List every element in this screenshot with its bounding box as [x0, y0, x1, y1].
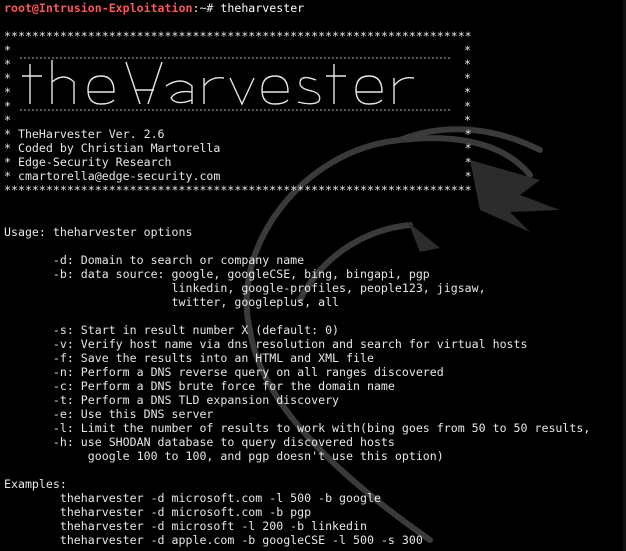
banner-star-left: * [4, 113, 11, 127]
usage-option-line: twitter, googleplus, all [4, 295, 340, 309]
example-line: theharvester -d apple.com -b googleCSE -… [4, 533, 423, 547]
banner-star-right: * [464, 85, 471, 99]
usage-option-line: google 100 to 100, and pgp doesn't use t… [4, 449, 444, 463]
usage-option-line: -l: Limit the number of results to work … [4, 421, 591, 435]
banner-info-line: * Coded by Christian Martorella * [4, 141, 472, 155]
banner-star-right: * [464, 43, 471, 57]
banner-star-left: * [4, 71, 11, 85]
prompt-command: theharvester [220, 1, 305, 15]
banner-star-left: * [4, 99, 11, 113]
usage-title: Usage: theharvester options [4, 225, 193, 239]
banner-star-left: * [4, 43, 11, 57]
banner-info-line: * cmartorella@edge-security.com * [4, 169, 472, 183]
usage-option-line: -n: Perform a DNS reverse query on all r… [4, 365, 444, 379]
examples-title: Examples: [4, 477, 67, 491]
theharvester-ascii-logo [20, 57, 452, 111]
usage-option-line: -v: Verify host name via dns resolution … [4, 337, 528, 351]
example-line: theharvester -d microsoft.com -l 500 -b … [4, 491, 381, 505]
prompt-separator: :~# [192, 1, 221, 15]
banner-border-top: ****************************************… [4, 29, 472, 43]
usage-option-line: -e: Use this DNS server [4, 407, 214, 421]
banner-star-right: * [464, 99, 471, 113]
usage-option-line: -f: Save the results into an HTML and XM… [4, 351, 374, 365]
banner-info-line: * Edge-Security Research * [4, 155, 472, 169]
usage-option-line: -b: data source: google, googleCSE, bing… [4, 267, 430, 281]
usage-option-line: -h: use SHODAN database to query discove… [4, 435, 395, 449]
banner-star-left: * [4, 57, 11, 71]
example-line: theharvester -d microsoft.com -b pgp [4, 505, 312, 519]
example-line: theharvester -d microsoft -l 200 -b link… [4, 519, 367, 533]
usage-option-line: -s: Start in result number X (default: 0… [4, 323, 340, 337]
banner-star-right: * [464, 57, 471, 71]
usage-option-line: -d: Domain to search or company name [4, 253, 305, 267]
usage-option-line: -t: Perform a DNS TLD expansion discover… [4, 393, 340, 407]
prompt-user-host: root@Intrusion-Exploitation [4, 1, 193, 15]
banner-star-left: * [4, 85, 11, 99]
banner-star-right: * [464, 71, 471, 85]
banner-border-bottom: ****************************************… [4, 183, 472, 197]
usage-option-line: -c: Perform a DNS brute force for the do… [4, 379, 395, 393]
banner-info-line: * TheHarvester Ver. 2.6 * [4, 127, 472, 141]
usage-option-line: linkedin, google-profiles, people123, ji… [4, 281, 486, 295]
prompt-line: root@Intrusion-Exploitation:~# theharves… [4, 1, 304, 15]
terminal-window[interactable]: root@Intrusion-Exploitation:~# theharves… [0, 0, 626, 551]
banner-star-right: * [464, 113, 471, 127]
